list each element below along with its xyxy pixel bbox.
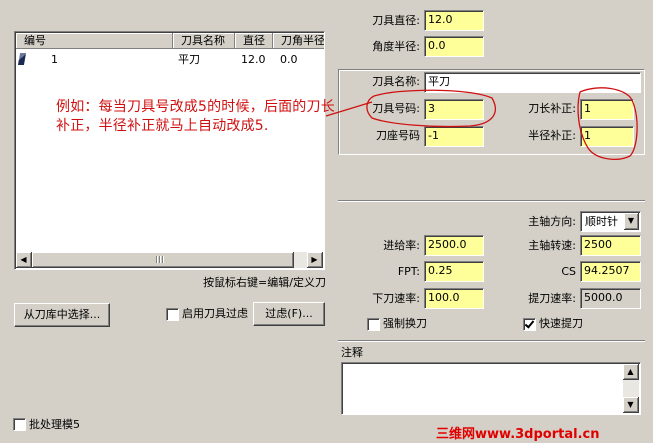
retract-rate-label: 提刀速率: [528,292,576,305]
plunge-rate-label: 下刀速率: [372,292,420,305]
tool-row-icon [17,53,27,65]
tool-diameter-field[interactable]: 12.0 [424,10,484,31]
watermark: 三维网www.3dportal.cn [436,427,600,442]
corner-radius-field[interactable]: 0.0 [424,36,484,57]
column-header-corner-radius[interactable]: 刀角半径 [273,33,324,49]
column-header-name[interactable]: 刀具名称 [173,33,235,49]
spindle-speed-label: 主轴转速: [528,239,576,252]
enable-tool-filter-label: 启用刀具过虑 [182,307,248,320]
cs-label: CS [561,265,576,278]
column-header-number[interactable]: 编号 [16,33,173,49]
tool-number-field[interactable]: 3 [424,99,484,120]
horizontal-scrollbar[interactable]: ◀ ▶ [16,252,323,268]
tool-list[interactable]: 编号 刀具名称 直径 刀角半径 1 平刀 12.0 0.0 ◀ ▶ [14,31,325,270]
force-tool-change-label: 强制换刀 [383,317,427,330]
tool-number-label: 刀具号码: [372,102,420,115]
batch-mode-label: 批处理模5 [29,418,80,431]
scroll-left-icon[interactable]: ◀ [16,252,32,268]
column-header-diameter[interactable]: 直径 [235,33,273,49]
tool-diameter-label: 刀具直径: [372,14,420,27]
holder-number-label: 刀座号码 [376,129,420,142]
select-from-library-button[interactable]: 从刀库中选择... [14,303,110,327]
table-row[interactable]: 1 平刀 12.0 0.0 [16,52,323,68]
grip-icon [156,256,164,263]
radius-offset-label: 半径补正: [528,129,576,142]
row-name: 平刀 [178,53,200,66]
comment-textarea[interactable]: ▲ ▼ [341,362,641,415]
retract-rate-field: 5000.0 [580,288,641,309]
tool-list-hint: 按鼠标右键=编辑/定义刀 [203,276,326,289]
row-corner-radius: 0.0 [280,53,298,66]
divider [338,200,645,202]
tool-name-label: 刀具名称: [372,75,420,88]
row-diameter: 12.0 [241,53,266,66]
length-offset-label: 刀长补正: [528,102,576,115]
radius-offset-field[interactable]: 1 [580,126,634,147]
chevron-down-icon[interactable]: ▼ [624,213,639,230]
scroll-up-icon[interactable]: ▲ [623,364,639,380]
feed-rate-label: 进给率: [383,239,420,252]
spindle-direction-label: 主轴方向: [528,215,576,228]
scroll-right-icon[interactable]: ▶ [307,252,323,268]
scroll-thumb[interactable] [32,252,294,268]
spindle-direction-value: 顺时针 [585,215,618,228]
rapid-retract-checkbox[interactable] [523,318,536,331]
row-number: 1 [51,53,58,66]
holder-number-field[interactable]: -1 [424,126,484,147]
cs-field[interactable]: 94.2507 [580,261,641,282]
tool-list-header: 编号 刀具名称 直径 刀角半径 [16,33,324,49]
spindle-speed-field[interactable]: 2500 [580,235,641,256]
spindle-direction-select[interactable]: 顺时针 ▼ [580,211,641,232]
divider [338,340,645,342]
length-offset-field[interactable]: 1 [580,99,634,120]
tool-name-field[interactable]: 平刀 [424,72,641,93]
comment-label: 注释 [341,346,363,359]
corner-radius-label: 角度半径: [372,40,420,53]
batch-mode-checkbox[interactable] [13,418,26,431]
rapid-retract-label: 快速提刀 [539,317,583,330]
filter-button[interactable]: 过虑(F)... [253,302,325,326]
force-tool-change-checkbox[interactable] [367,318,380,331]
fpt-label: FPT: [397,265,420,278]
vertical-scrollbar[interactable]: ▲ ▼ [623,364,639,413]
annotation-text: 例如：每当刀具号改成5的时候，后面的刀长补正，半径补正就马上自动改成5. [56,99,335,134]
enable-tool-filter-checkbox[interactable] [166,308,179,321]
scroll-down-icon[interactable]: ▼ [623,397,639,413]
